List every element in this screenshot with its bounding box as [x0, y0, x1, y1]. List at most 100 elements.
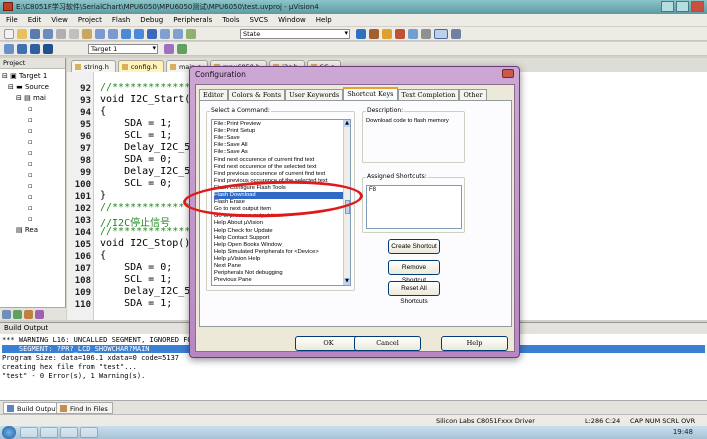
- menu-debug[interactable]: Debug: [140, 16, 163, 26]
- comment-icon[interactable]: [186, 29, 196, 39]
- tree-item-readme[interactable]: ▤ Rea: [0, 225, 65, 236]
- tree-item-target[interactable]: ⊟ ▣ Target 1: [0, 71, 65, 82]
- copy-icon[interactable]: [69, 29, 79, 39]
- config-icon[interactable]: [421, 29, 431, 39]
- tree-item-source-group[interactable]: ⊟ ▬ Source: [0, 82, 65, 93]
- download-icon[interactable]: [43, 44, 53, 54]
- command-item[interactable]: Help Simulated Peripherals for <Device>: [214, 249, 350, 256]
- reset-all-shortcuts-button[interactable]: Reset All Shortcuts: [388, 281, 440, 305]
- taskbar-app-icon[interactable]: [40, 427, 58, 438]
- tab-find-in-files[interactable]: Find In Files: [56, 402, 113, 414]
- menu-svcs[interactable]: SVCS: [250, 16, 269, 26]
- taskbar-app-icon[interactable]: [60, 427, 78, 438]
- menu-help[interactable]: Help: [316, 16, 332, 26]
- functions-tab-icon[interactable]: [24, 310, 33, 319]
- command-item[interactable]: Find next occurence of current find text: [214, 157, 350, 164]
- books-tab-icon[interactable]: [13, 310, 22, 319]
- open-folder-icon[interactable]: [17, 29, 27, 39]
- scroll-up-icon[interactable]: ▲: [344, 120, 350, 127]
- tree-item-main-file[interactable]: ⊟ ▤ mai: [0, 93, 65, 104]
- menu-peripherals[interactable]: Peripherals: [173, 16, 212, 26]
- tab-shortcut-keys[interactable]: Shortcut Keys: [343, 87, 398, 100]
- templates-tab-icon[interactable]: [35, 310, 44, 319]
- scroll-down-icon[interactable]: ▼: [344, 278, 350, 285]
- tree-item[interactable]: ▫: [0, 137, 65, 148]
- command-item[interactable]: Help Open Books Window: [214, 242, 350, 249]
- target-combo[interactable]: Target 1: [88, 44, 158, 54]
- assigned-shortcuts-list[interactable]: F8: [366, 185, 462, 229]
- navigate-back-icon[interactable]: [121, 29, 131, 39]
- find-icon[interactable]: [356, 29, 366, 39]
- tab-colors-fonts[interactable]: Colors & Fonts: [227, 89, 286, 100]
- tree-item[interactable]: ▫: [0, 104, 65, 115]
- tab-other[interactable]: Other: [459, 89, 487, 100]
- command-item[interactable]: Find next occurence of the selected text: [214, 164, 350, 171]
- window-layout-icon[interactable]: [408, 29, 418, 39]
- tree-item[interactable]: ▫: [0, 126, 65, 137]
- ok-button[interactable]: OK: [295, 336, 362, 351]
- save-icon[interactable]: [30, 29, 40, 39]
- file-tab-active[interactable]: config.h: [117, 60, 164, 72]
- new-file-icon[interactable]: [4, 29, 14, 39]
- menu-view[interactable]: View: [51, 16, 68, 26]
- command-item[interactable]: Next Pane: [214, 263, 350, 270]
- target-options-icon[interactable]: [164, 44, 174, 54]
- tree-item[interactable]: ▫: [0, 115, 65, 126]
- tab-user-keywords[interactable]: User Keywords: [285, 89, 344, 100]
- create-shortcut-button[interactable]: Create Shortcut: [388, 239, 440, 254]
- menu-file[interactable]: File: [6, 16, 18, 26]
- search-in-files-icon[interactable]: [369, 29, 379, 39]
- command-item[interactable]: Help µVision Help: [214, 256, 350, 263]
- start-button-icon[interactable]: [2, 426, 16, 439]
- menu-window[interactable]: Window: [278, 16, 306, 26]
- menu-tools[interactable]: Tools: [222, 16, 239, 26]
- build-icon[interactable]: [17, 44, 27, 54]
- menu-project[interactable]: Project: [78, 16, 102, 26]
- command-item[interactable]: File::Save As: [214, 149, 350, 156]
- command-item[interactable]: Help About µVision: [214, 220, 350, 227]
- bookmark-icon[interactable]: [147, 29, 157, 39]
- minimize-icon[interactable]: [661, 1, 674, 12]
- dialog-close-icon[interactable]: [502, 69, 514, 78]
- find-combo[interactable]: State: [240, 29, 350, 39]
- tree-item[interactable]: ▫: [0, 203, 65, 214]
- taskbar-app-icon[interactable]: [20, 427, 38, 438]
- tab-editor[interactable]: Editor: [199, 89, 228, 100]
- command-item[interactable]: Help Contact Support: [214, 235, 350, 242]
- indent-icon[interactable]: [160, 29, 170, 39]
- redo-icon[interactable]: [108, 29, 118, 39]
- tree-item[interactable]: ▫: [0, 192, 65, 203]
- close-icon[interactable]: [691, 1, 704, 12]
- project-tab-icon[interactable]: [2, 310, 11, 319]
- wrench-icon[interactable]: [451, 29, 461, 39]
- manage-components-icon[interactable]: [177, 44, 187, 54]
- tree-item[interactable]: ▫: [0, 214, 65, 225]
- debug-start-icon[interactable]: [382, 29, 392, 39]
- tree-item[interactable]: ▫: [0, 148, 65, 159]
- help-button[interactable]: Help: [441, 336, 508, 351]
- tab-build-output[interactable]: Build Output: [3, 402, 63, 414]
- save-all-icon[interactable]: [43, 29, 53, 39]
- tree-item[interactable]: ▫: [0, 181, 65, 192]
- remove-shortcut-button[interactable]: Remove Shortcut: [388, 260, 440, 284]
- navigate-forward-icon[interactable]: [134, 29, 144, 39]
- command-item[interactable]: File::Save: [214, 135, 350, 142]
- menu-edit[interactable]: Edit: [28, 16, 42, 26]
- cancel-button[interactable]: Cancel: [354, 336, 421, 351]
- command-item[interactable]: Peripherals Not debugging: [214, 270, 350, 277]
- command-item[interactable]: Previous Pane: [214, 277, 350, 284]
- command-item[interactable]: File::Print Setup: [214, 128, 350, 135]
- command-item[interactable]: File::Print Preview: [214, 121, 350, 128]
- rebuild-icon[interactable]: [30, 44, 40, 54]
- unindent-icon[interactable]: [173, 29, 183, 39]
- tab-text-completion[interactable]: Text Completion: [397, 89, 460, 100]
- paste-icon[interactable]: [82, 29, 92, 39]
- command-item[interactable]: File::Save All: [214, 142, 350, 149]
- undo-icon[interactable]: [95, 29, 105, 39]
- translate-icon[interactable]: [4, 44, 14, 54]
- tree-item[interactable]: ▫: [0, 159, 65, 170]
- stop-icon[interactable]: [395, 29, 405, 39]
- cut-icon[interactable]: [56, 29, 66, 39]
- file-tab[interactable]: string.h: [71, 60, 116, 72]
- taskbar-app-icon[interactable]: [80, 427, 98, 438]
